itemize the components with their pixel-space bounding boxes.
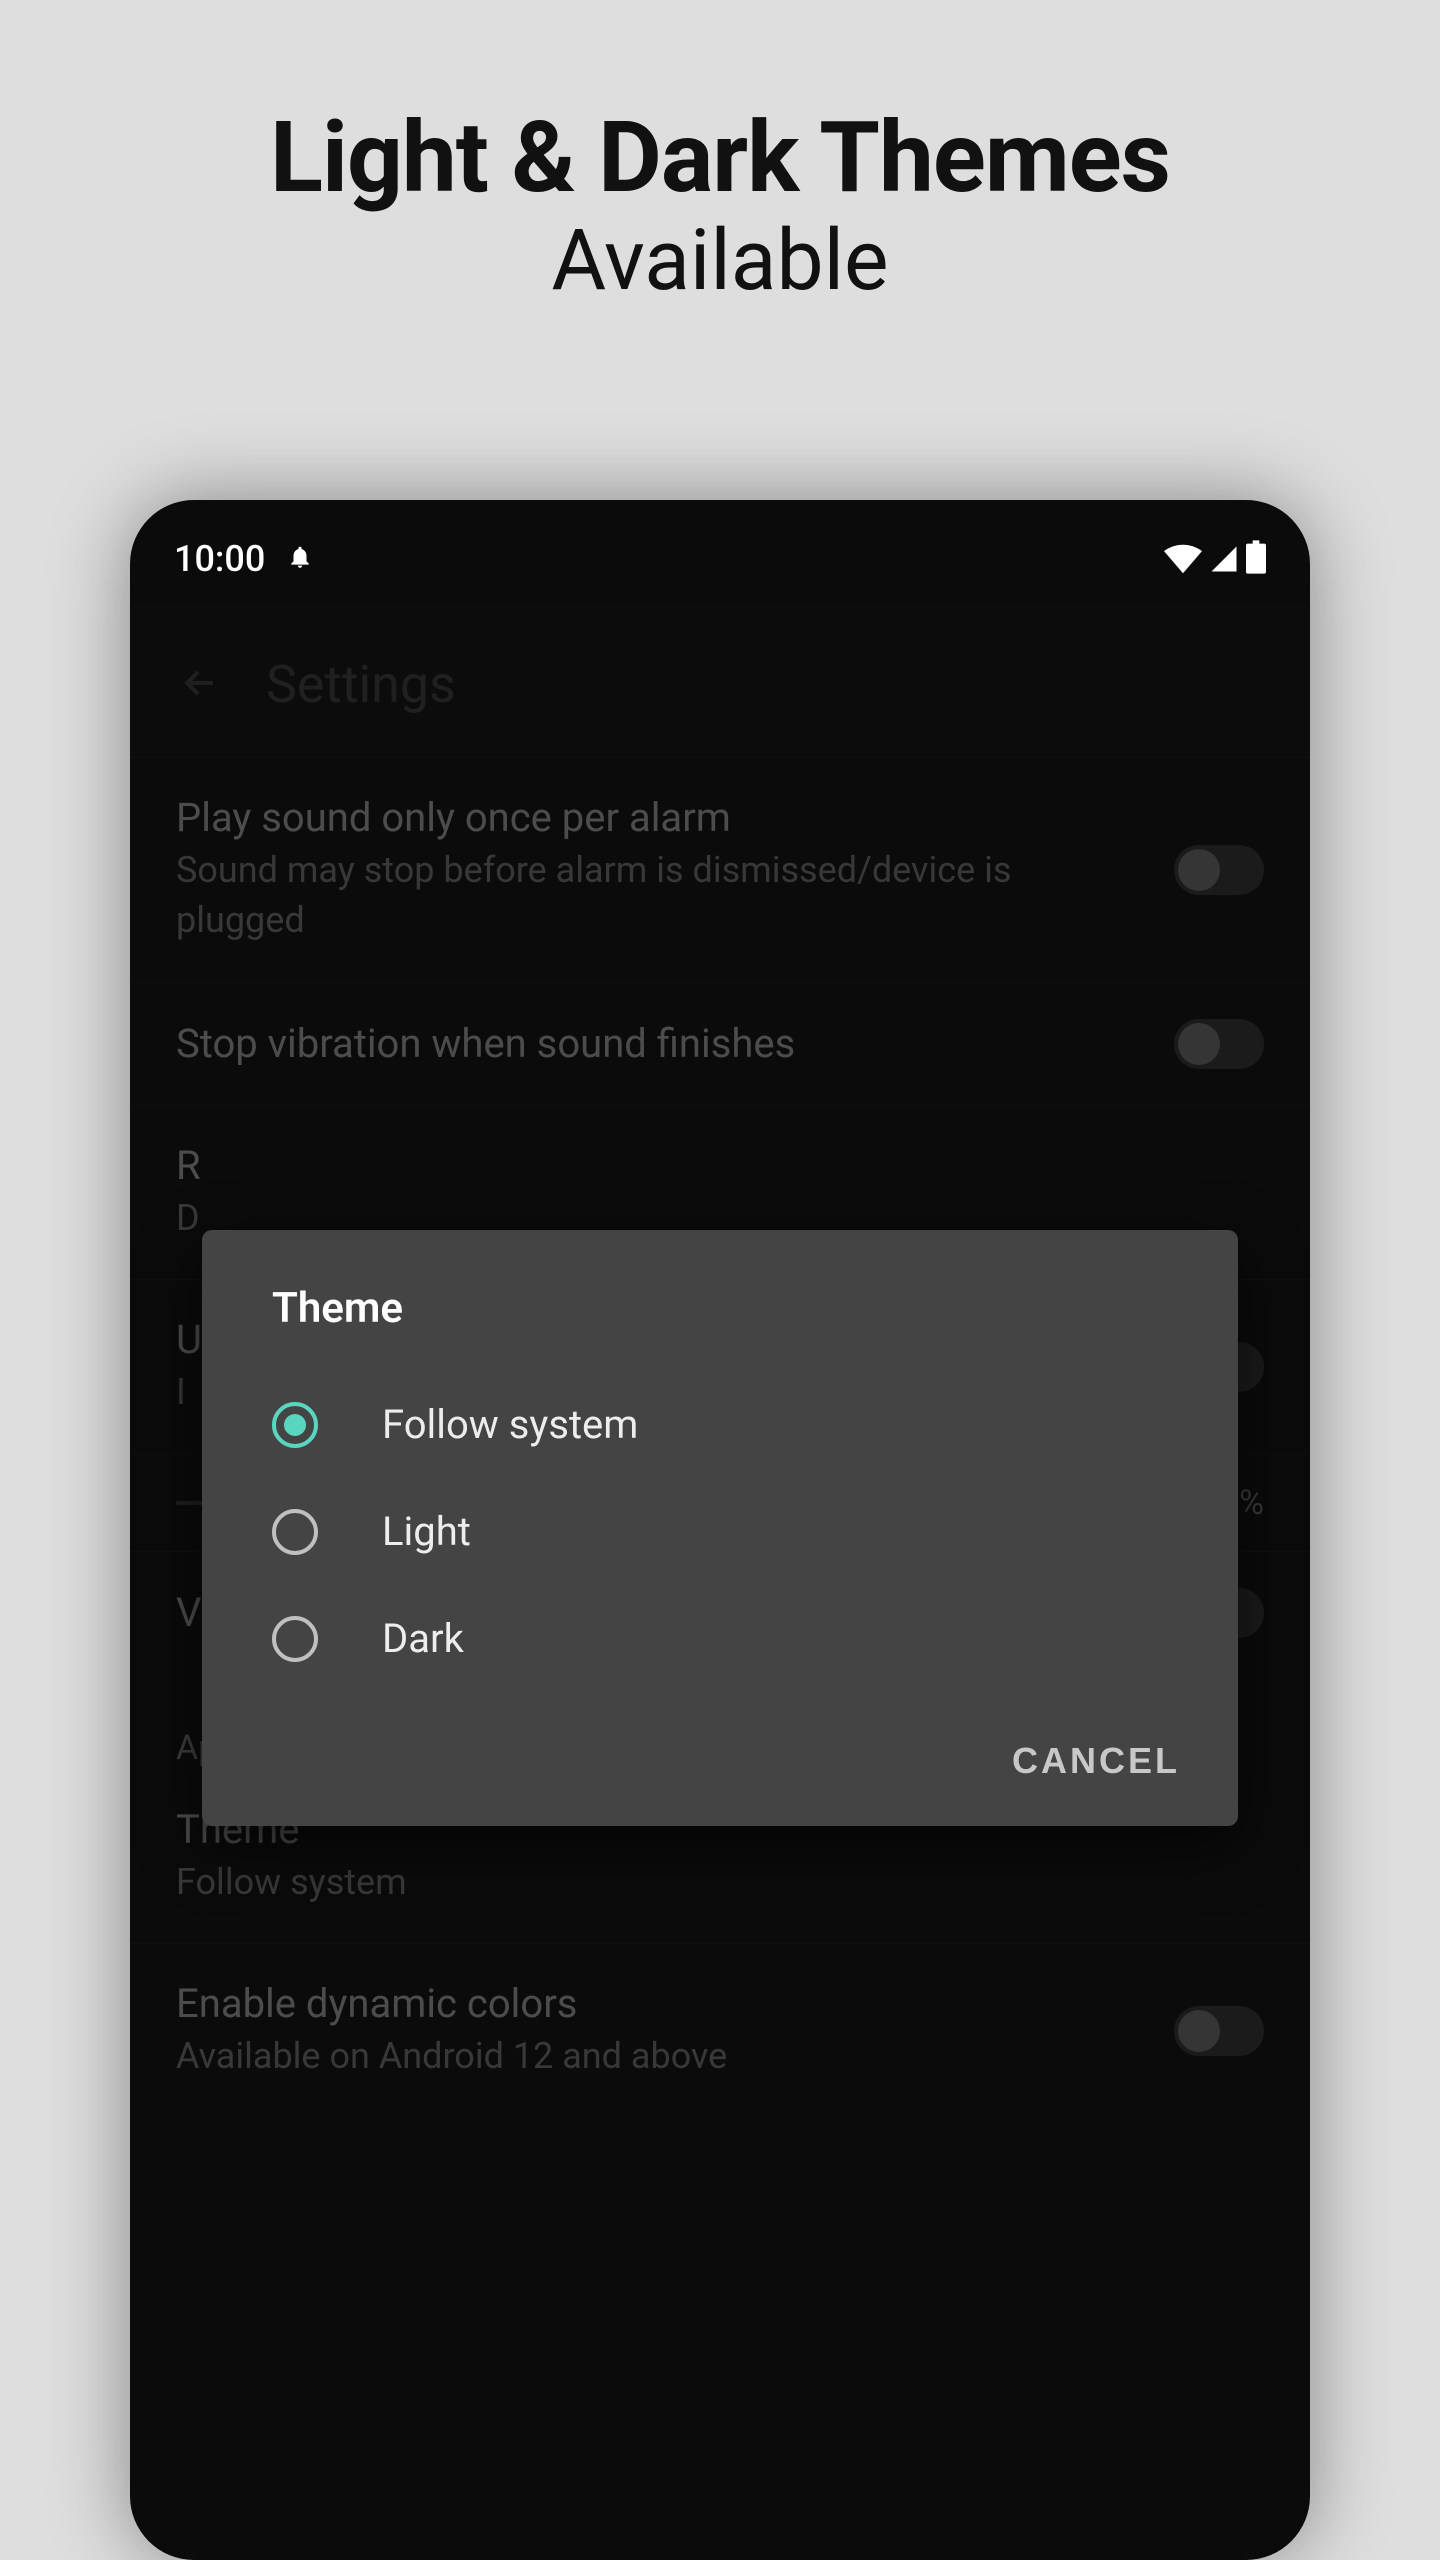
toggle-switch[interactable] [1174, 1019, 1264, 1069]
promo-line1: Light & Dark Themes [0, 100, 1440, 215]
setting-title: U [176, 1316, 202, 1363]
setting-title: R [176, 1142, 201, 1189]
option-label: Light [382, 1508, 471, 1555]
setting-subtitle: Follow system [176, 1857, 407, 1907]
setting-stop-vibration[interactable]: Stop vibration when sound finishes [130, 982, 1310, 1105]
setting-title: Stop vibration when sound finishes [176, 1020, 795, 1067]
status-left: 10:00 [174, 538, 313, 580]
option-label: Follow system [382, 1401, 638, 1448]
app-bar-title: Settings [266, 654, 456, 715]
radio-unselected-icon [272, 1616, 318, 1662]
radio-unselected-icon [272, 1509, 318, 1555]
setting-title: Play sound only once per alarm [176, 794, 1056, 841]
setting-subtitle: I [176, 1367, 202, 1417]
status-bar: 10:00 [130, 500, 1310, 604]
setting-subtitle: Available on Android 12 and above [176, 2031, 727, 2081]
back-arrow-icon[interactable] [178, 661, 222, 709]
cellular-signal-icon [1208, 544, 1240, 578]
setting-dynamic-colors[interactable]: Enable dynamic colors Available on Andro… [130, 1943, 1310, 2117]
setting-title: Enable dynamic colors [176, 1980, 727, 2027]
app-bar: Settings [130, 604, 1310, 757]
dialog-actions: CANCEL [202, 1716, 1238, 1826]
toggle-switch[interactable] [1174, 2006, 1264, 2056]
battery-full-icon [1246, 540, 1266, 578]
theme-dialog: Theme Follow system Light Dark CANCEL [202, 1230, 1238, 1826]
theme-option-follow-system[interactable]: Follow system [272, 1371, 1168, 1478]
notification-bell-icon [287, 542, 313, 576]
toggle-switch[interactable] [1174, 845, 1264, 895]
dialog-options: Follow system Light Dark [202, 1371, 1238, 1716]
status-time: 10:00 [174, 538, 265, 580]
theme-option-dark[interactable]: Dark [272, 1585, 1168, 1692]
radio-selected-icon [272, 1402, 318, 1448]
dialog-title: Theme [202, 1230, 1238, 1371]
option-label: Dark [382, 1615, 464, 1662]
setting-title: V [176, 1589, 201, 1636]
setting-subtitle: Sound may stop before alarm is dismissed… [176, 845, 1056, 946]
wifi-icon [1164, 544, 1202, 578]
theme-option-light[interactable]: Light [272, 1478, 1168, 1585]
promo-line2: Available [0, 211, 1440, 310]
phone-frame: 10:00 Settings [130, 500, 1310, 2560]
promo-heading: Light & Dark Themes Available [0, 100, 1440, 310]
status-right [1164, 540, 1266, 578]
cancel-button[interactable]: CANCEL [1012, 1740, 1180, 1782]
setting-play-sound-once[interactable]: Play sound only once per alarm Sound may… [130, 757, 1310, 982]
setting-subtitle: D [176, 1193, 201, 1243]
